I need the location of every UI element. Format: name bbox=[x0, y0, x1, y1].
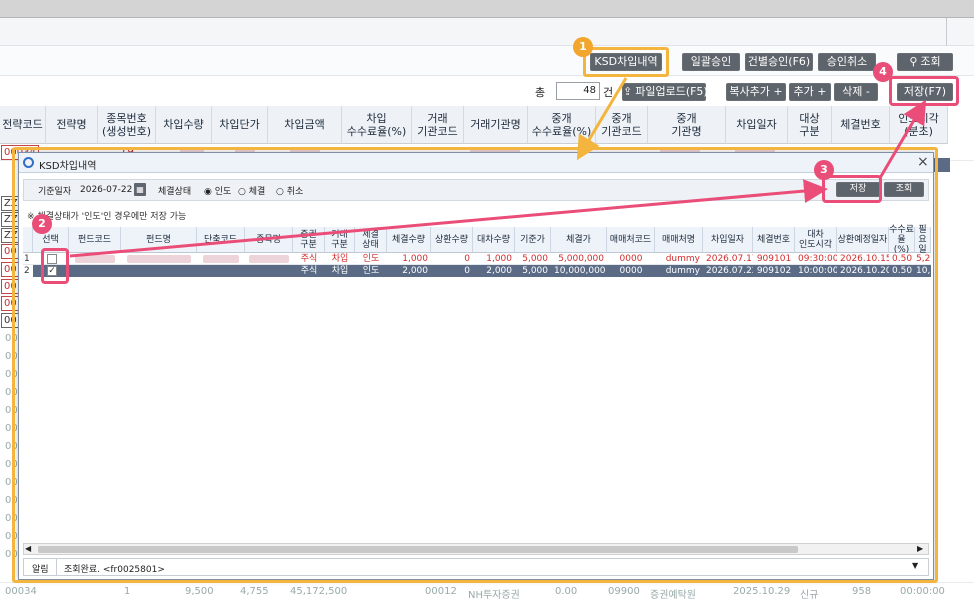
arrow-step2 bbox=[69, 179, 828, 258]
annotation-arrows bbox=[69, 77, 927, 258]
arrow-step1 bbox=[576, 77, 628, 161]
arrow-step3 bbox=[878, 99, 927, 179]
